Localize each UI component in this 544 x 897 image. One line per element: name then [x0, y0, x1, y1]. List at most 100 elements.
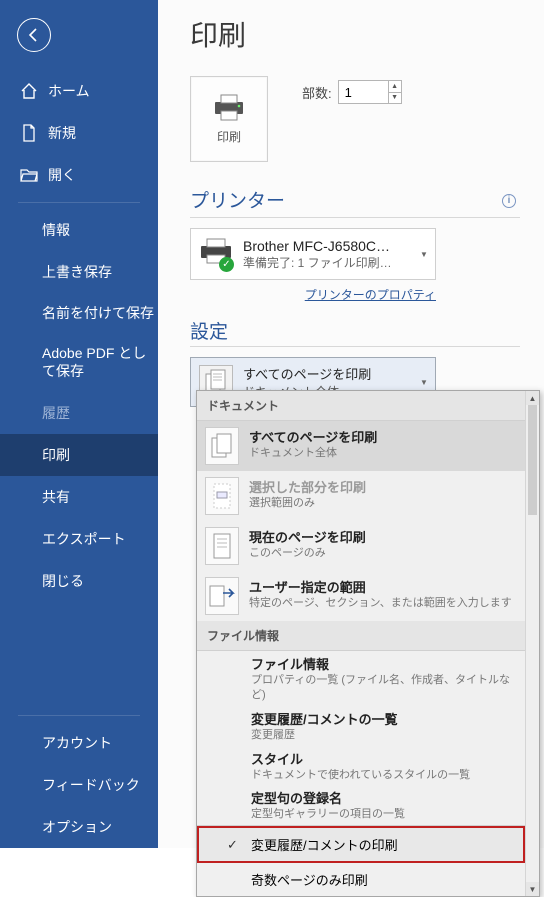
nav-label: Adobe PDF として保存: [42, 344, 158, 380]
dropdown-item-odd-pages[interactable]: 奇数ページのみ印刷: [197, 863, 525, 896]
dropdown-item-title: ファイル情報: [251, 654, 515, 673]
dropdown-scrollbar[interactable]: ▲ ▼: [525, 391, 539, 896]
dropdown-item-fileinfo[interactable]: ファイル情報プロパティの一覧 (ファイル名、作成者、タイトルなど): [197, 651, 525, 706]
spinner-up[interactable]: ▲: [389, 81, 401, 93]
dropdown-item-title: 定型句の登録名: [251, 788, 515, 807]
dropdown-group-fileinfo: ファイル情報: [197, 621, 525, 651]
backstage-sidebar: ホーム 新規 開く 情報 上書き保存 名前を付けて保存 Adobe PDF とし…: [0, 0, 158, 848]
dropdown-group-document: ドキュメント: [197, 391, 525, 421]
dropdown-item-title: すべてのページを印刷: [249, 427, 515, 446]
nav-export[interactable]: エクスポート: [0, 518, 158, 560]
copies-spinner: ▲ ▼: [388, 81, 401, 103]
dropdown-item-label: 奇数ページのみ印刷: [251, 873, 368, 888]
nav-adobe-pdf[interactable]: Adobe PDF として保存: [0, 333, 158, 391]
dropdown-item-revisions-list[interactable]: 変更履歴/コメントの一覧変更履歴: [197, 706, 525, 746]
section-separator: [190, 217, 520, 218]
chevron-down-icon: ▼: [419, 377, 429, 387]
page-current-icon: [205, 527, 239, 565]
copies-value: 1: [345, 85, 352, 100]
new-doc-icon: [20, 124, 38, 142]
nav-label: オプション: [42, 817, 112, 837]
chevron-down-icon: ▼: [419, 249, 429, 259]
nav-save-overwrite[interactable]: 上書き保存: [0, 251, 158, 293]
nav-label: エクスポート: [42, 529, 126, 549]
spinner-down[interactable]: ▼: [389, 93, 401, 104]
dropdown-item-sub: ドキュメントで使われているスタイルの一覧: [251, 768, 515, 783]
dropdown-item-sub: 定型句ギャラリーの項目の一覧: [251, 807, 515, 822]
printer-name: Brother MFC-J6580C…: [243, 238, 409, 254]
dropdown-item-autotext[interactable]: 定型句の登録名定型句ギャラリーの項目の一覧: [197, 785, 525, 825]
dropdown-item-label: 変更履歴/コメントの印刷: [251, 835, 398, 854]
nav-account[interactable]: アカウント: [0, 722, 158, 764]
nav-label: 情報: [42, 220, 70, 240]
nav-separator: [18, 715, 140, 716]
home-icon: [20, 82, 38, 100]
open-folder-icon: [20, 166, 38, 184]
pages-all-icon: [205, 427, 239, 465]
dropdown-item-current-page[interactable]: 現在のページを印刷このページのみ: [197, 521, 525, 571]
dropdown-item-selection[interactable]: 選択した部分を印刷選択範囲のみ: [197, 471, 525, 521]
dropdown-item-sub: 選択範囲のみ: [249, 496, 515, 511]
dropdown-item-sub: プロパティの一覧 (ファイル名、作成者、タイトルなど): [251, 673, 515, 703]
printer-info-icon[interactable]: i: [502, 194, 516, 208]
scroll-up-icon[interactable]: ▲: [526, 391, 539, 405]
dropdown-item-title: 変更履歴/コメントの一覧: [251, 709, 515, 728]
page-selection-icon: [205, 477, 239, 515]
dropdown-item-title: スタイル: [251, 749, 515, 768]
check-icon: ✓: [227, 837, 241, 853]
nav-feedback[interactable]: フィードバック: [0, 764, 158, 806]
nav-options[interactable]: オプション: [0, 806, 158, 848]
printer-section-title: プリンター: [190, 186, 285, 213]
nav-label: ホーム: [48, 81, 90, 101]
dropdown-item-sub: このページのみ: [249, 546, 515, 561]
nav-print[interactable]: 印刷: [0, 434, 158, 476]
nav-history[interactable]: 履歴: [0, 392, 158, 434]
printer-device-icon: ✓: [199, 237, 233, 271]
printer-properties-link[interactable]: プリンターのプロパティ: [305, 288, 436, 302]
nav-open[interactable]: 開く: [0, 154, 158, 196]
print-what-dropdown: ドキュメント すべてのページを印刷ドキュメント全体 選択した部分を印刷選択範囲の…: [196, 390, 540, 897]
dropdown-item-sub: 特定のページ、セクション、または範囲を入力します: [249, 596, 515, 611]
nav-label: 閉じる: [42, 571, 84, 591]
nav-label: 名前を付けて保存: [42, 304, 154, 322]
nav-home[interactable]: ホーム: [0, 70, 158, 112]
copies-input[interactable]: 1 ▲ ▼: [338, 80, 402, 104]
printer-status: 準備完了: 1 ファイル印刷…: [243, 254, 409, 271]
nav-label: 開く: [48, 165, 76, 185]
printer-icon: [212, 94, 246, 122]
back-button[interactable]: [17, 18, 51, 52]
nav-label: 履歴: [42, 403, 70, 423]
print-button-label: 印刷: [217, 128, 241, 145]
section-separator: [190, 346, 520, 347]
scroll-thumb[interactable]: [528, 405, 537, 515]
nav-separator: [18, 202, 140, 203]
scroll-down-icon[interactable]: ▼: [526, 882, 539, 896]
dropdown-item-all-pages[interactable]: すべてのページを印刷ドキュメント全体: [197, 421, 525, 471]
printer-status-icon: ✓: [219, 257, 234, 272]
nav-save-as[interactable]: 名前を付けて保存: [0, 293, 158, 333]
nav-new[interactable]: 新規: [0, 112, 158, 154]
dropdown-item-sub: 変更履歴: [251, 728, 515, 743]
printer-selector[interactable]: ✓ Brother MFC-J6580C… 準備完了: 1 ファイル印刷… ▼: [190, 228, 436, 280]
nav-label: 共有: [42, 487, 70, 507]
settings-section-title: 設定: [190, 317, 544, 344]
print-button[interactable]: 印刷: [190, 76, 268, 162]
print-what-title: すべてのページを印刷: [243, 364, 409, 383]
back-arrow-icon: [26, 27, 42, 43]
copies-label: 部数:: [302, 83, 332, 102]
dropdown-item-styles[interactable]: スタイルドキュメントで使われているスタイルの一覧: [197, 746, 525, 786]
dropdown-item-title: 現在のページを印刷: [249, 527, 515, 546]
page-range-icon: [205, 577, 239, 615]
nav-info[interactable]: 情報: [0, 209, 158, 251]
dropdown-item-title: 選択した部分を印刷: [249, 477, 515, 496]
dropdown-item-title: ユーザー指定の範囲: [249, 577, 515, 596]
nav-label: 新規: [48, 123, 76, 143]
page-title: 印刷: [190, 14, 544, 54]
nav-label: 上書き保存: [42, 262, 112, 282]
dropdown-toggle-print-markup[interactable]: ✓ 変更履歴/コメントの印刷: [197, 826, 525, 863]
nav-label: アカウント: [42, 733, 112, 753]
dropdown-item-sub: ドキュメント全体: [249, 446, 515, 461]
nav-close[interactable]: 閉じる: [0, 560, 158, 602]
nav-share[interactable]: 共有: [0, 476, 158, 518]
dropdown-item-custom-range[interactable]: ユーザー指定の範囲特定のページ、セクション、または範囲を入力します: [197, 571, 525, 621]
